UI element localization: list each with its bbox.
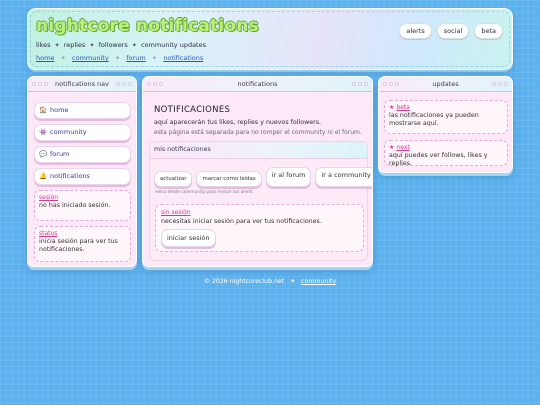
updates-panel-title: updates xyxy=(432,80,459,88)
session-text: no has iniciado sesión. xyxy=(39,202,111,209)
bell-icon: 🔔 xyxy=(39,172,48,180)
nav-panel-title: notifications nav xyxy=(55,80,109,88)
status-heading: status xyxy=(39,230,58,237)
go-forum-button[interactable]: ir al forum xyxy=(265,167,312,187)
site-footer: © 2026 nightcoreclub.net ✦ community xyxy=(0,278,540,285)
main-panel-titlebar: notifications xyxy=(143,77,372,92)
window-dots-icon xyxy=(32,82,48,86)
status-box: status inicia sesión para ver tus notifi… xyxy=(34,226,131,262)
sparkle-icon: ✦ xyxy=(131,42,137,49)
house-icon: 🏠 xyxy=(39,106,48,114)
social-button[interactable]: social xyxy=(436,23,470,39)
breadcrumb-community[interactable]: community xyxy=(72,54,109,62)
panel-note: entra desde community para revisar tus a… xyxy=(155,189,253,194)
my-notifications-title: mis notificaciones xyxy=(150,142,367,159)
page-description: aquí aparecerán tus likes, replies y nue… xyxy=(154,119,321,126)
update-heading: ★ beta xyxy=(389,104,503,111)
nav-item-forum[interactable]: 💬 forum xyxy=(34,146,131,163)
main-panel: notifications NOTIFICACIONES aquí aparec… xyxy=(142,76,373,267)
window-dots-icon xyxy=(492,82,508,86)
refresh-button[interactable]: actualizar xyxy=(154,171,193,187)
signin-heading: sin sesión xyxy=(161,209,191,216)
update-text: las notificaciones ya pueden mostrarse a… xyxy=(389,112,479,127)
tagline-item: replies xyxy=(63,41,86,49)
star-icon: ★ xyxy=(389,104,395,111)
mark-read-button[interactable]: marcar como leídas xyxy=(196,171,262,187)
main-panel-title: notifications xyxy=(237,80,278,88)
go-community-button[interactable]: ir a community xyxy=(315,167,372,187)
update-heading-text: beta xyxy=(396,104,410,111)
page-note: esta página está separada para no romper… xyxy=(154,129,362,136)
nav-item-label: home xyxy=(50,106,69,114)
sparkle-icon: ✦ xyxy=(89,42,95,49)
sparkle-icon: ✦ xyxy=(54,42,60,49)
nav-item-label: forum xyxy=(50,150,70,158)
nav-panel: notifications nav 🏠 home 👾 community 💬 foru… xyxy=(27,76,137,267)
nav-item-label: notifications xyxy=(50,172,90,180)
breadcrumb-home[interactable]: home xyxy=(36,54,54,62)
window-dots-icon xyxy=(116,82,132,86)
footer-copyright: © 2026 nightcoreclub.net xyxy=(203,278,285,285)
beta-button[interactable]: beta xyxy=(474,23,503,39)
window-dots-icon xyxy=(383,82,399,86)
signin-text: necesitas iniciar sesión para ver tus no… xyxy=(161,218,322,225)
update-heading: ★ next xyxy=(389,144,503,151)
breadcrumb: home ✦ community ✦ forum ✦ notifications xyxy=(36,54,203,62)
updates-panel-titlebar: updates xyxy=(379,77,512,92)
footer-community-link[interactable]: community xyxy=(301,278,336,285)
site-logo[interactable]: nightcore notifications xyxy=(36,16,259,36)
nav-item-notifications[interactable]: 🔔 notifications xyxy=(34,168,131,185)
my-notifications-panel: mis notificaciones actualizar marcar com… xyxy=(149,141,372,261)
update-item: ★ next aquí puedes ver follows, likes y r… xyxy=(384,140,508,167)
window-dots-icon xyxy=(352,82,368,86)
tagline-item: community updates xyxy=(140,41,206,49)
site-header: nightcore notifications likes ✦ replies … xyxy=(27,8,513,70)
nav-item-community[interactable]: 👾 community xyxy=(34,124,131,141)
top-links: alerts social beta xyxy=(399,23,503,39)
sparkle-icon: ✦ xyxy=(151,54,158,62)
window-dots-icon xyxy=(147,82,163,86)
tagline-item: followers xyxy=(98,41,128,49)
alerts-button[interactable]: alerts xyxy=(399,23,432,39)
breadcrumb-notifications[interactable]: notifications xyxy=(163,54,203,62)
speech-bubble-icon: 💬 xyxy=(39,150,48,158)
login-button[interactable]: iniciar sesión xyxy=(161,229,216,247)
update-text: aquí puedes ver follows, likes y replies… xyxy=(389,152,488,167)
updates-panel: updates ★ beta las notificaciones ya pued… xyxy=(378,76,513,173)
session-box: sesión no has iniciado sesión. xyxy=(34,190,131,221)
update-item: ★ beta las notificaciones ya pueden mostr… xyxy=(384,100,508,134)
nav-panel-titlebar: notifications nav xyxy=(28,77,136,92)
update-heading-text: next xyxy=(396,144,410,151)
sparkle-icon: ✦ xyxy=(290,278,296,285)
status-text: inicia sesión para ver tus notificacione… xyxy=(39,238,118,253)
page-title: NOTIFICACIONES xyxy=(154,105,231,115)
star-icon: ★ xyxy=(389,144,395,151)
sparkle-icon: ✦ xyxy=(60,54,66,62)
notification-actions: actualizar marcar como leídas ir al foru… xyxy=(154,167,372,187)
session-heading: sesión xyxy=(39,194,59,201)
signin-box: sin sesión necesitas iniciar sesión para… xyxy=(155,204,364,252)
header-tagline: likes ✦ replies ✦ followers ✦ community … xyxy=(36,41,206,49)
nav-item-home[interactable]: 🏠 home xyxy=(34,102,131,119)
alien-monster-icon: 👾 xyxy=(39,128,48,136)
breadcrumb-forum[interactable]: forum xyxy=(126,54,145,62)
sparkle-icon: ✦ xyxy=(114,54,121,62)
tagline-item: likes xyxy=(36,41,51,49)
nav-item-label: community xyxy=(50,128,87,136)
